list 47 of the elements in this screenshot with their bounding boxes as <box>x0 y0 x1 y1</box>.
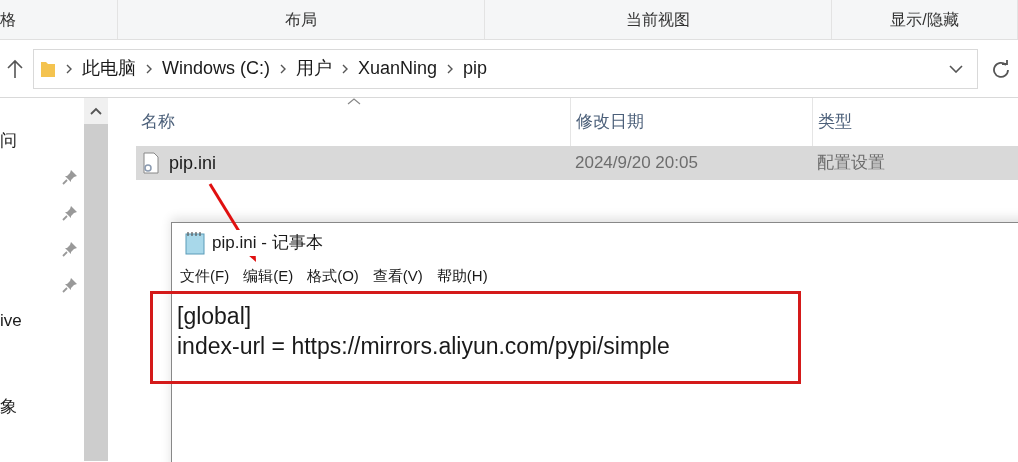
chevron-right-icon <box>66 63 72 74</box>
pin-icon <box>62 277 78 293</box>
sort-caret-icon <box>347 98 361 105</box>
nav-item[interactable]: ive <box>0 308 22 334</box>
menu-item[interactable]: 格式(O) <box>307 264 359 288</box>
nav-item[interactable]: 象 <box>0 394 17 420</box>
menu-item[interactable]: 编辑(E) <box>243 264 294 288</box>
modified-date: 2024/9/20 20:05 <box>575 153 698 173</box>
chevron-right-icon <box>447 63 454 74</box>
breadcrumb-item[interactable]: 用户 <box>296 55 332 82</box>
chevron-down-icon[interactable] <box>949 64 963 73</box>
text-line: [global] <box>177 302 253 331</box>
nav-item[interactable]: 问 <box>0 128 17 154</box>
ribbon-group-label: 当前视图 <box>626 9 690 30</box>
scrollbar[interactable] <box>84 98 108 461</box>
up-arrow-icon <box>7 58 23 79</box>
pin-icon <box>62 205 78 221</box>
menu-item[interactable]: 帮助(H) <box>436 264 488 288</box>
chevron-right-icon <box>146 63 152 74</box>
text-line: index-url = https://mirrors.aliyun.com/pypi/simple <box>177 332 671 361</box>
column-header[interactable]: 修改日期 <box>576 109 644 135</box>
refresh-icon <box>992 59 1010 78</box>
pin-icon <box>62 241 78 257</box>
file-row[interactable]: pip.ini 2024/9/20 20:05 配置设置 <box>136 146 1018 180</box>
notepad-icon <box>184 231 206 255</box>
menu-item[interactable]: 查看(V) <box>372 264 423 288</box>
file-type: 配置设置 <box>817 153 885 173</box>
chevron-up-icon <box>90 107 102 115</box>
column-header[interactable]: 类型 <box>818 109 852 135</box>
ribbon-group-label: 格 <box>0 9 16 30</box>
folder-icon <box>40 59 56 78</box>
menu-item[interactable]: 文件(F) <box>180 264 230 288</box>
address-bar[interactable]: 此电脑 Windows (C:) 用户 XuanNing pip <box>33 48 978 89</box>
breadcrumb-item[interactable]: XuanNing <box>358 55 438 82</box>
settings-file-icon <box>142 152 160 174</box>
column-header[interactable]: 名称 <box>141 109 175 135</box>
ribbon-group-label: 布局 <box>285 9 317 30</box>
breadcrumb-item[interactable]: pip <box>463 55 488 82</box>
breadcrumb-item[interactable]: 此电脑 <box>82 55 136 82</box>
ribbon-group-label: 显示/隐藏 <box>890 9 959 30</box>
file-name: pip.ini <box>169 151 217 175</box>
text-area[interactable]: [global] index-url = https://mirrors.aliyun.com/pypi/simple <box>172 289 1018 462</box>
window-title: pip.ini - 记事本 <box>212 230 323 256</box>
breadcrumb-item[interactable]: Windows (C:) <box>162 55 270 82</box>
chevron-right-icon <box>280 63 286 74</box>
pin-icon <box>62 169 78 185</box>
chevron-right-icon <box>342 63 348 74</box>
